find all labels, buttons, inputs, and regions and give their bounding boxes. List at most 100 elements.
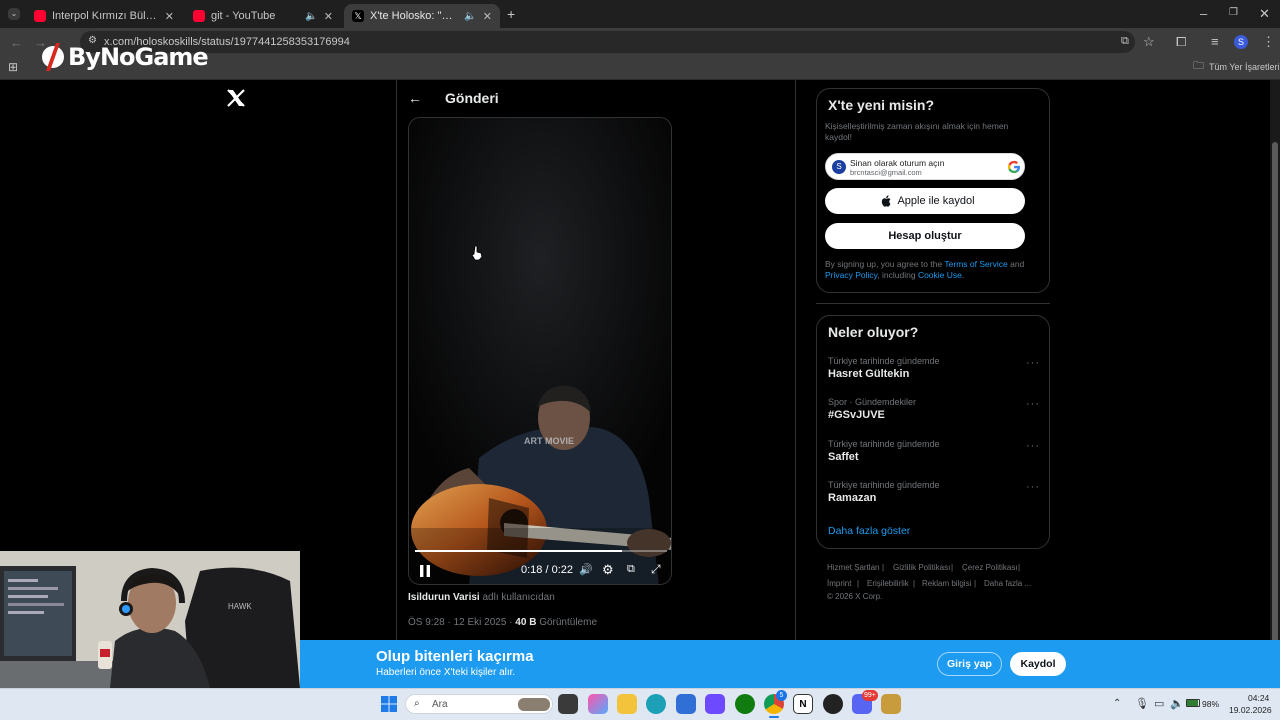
install-app-icon[interactable]: ⧉ <box>1121 36 1129 47</box>
restore-icon[interactable]: ❐ <box>1229 8 1238 18</box>
profile-avatar[interactable]: S <box>1234 35 1248 49</box>
clock-date[interactable]: 19.02.2026 <box>1229 705 1272 715</box>
address-bar[interactable]: x.com/holoskoskills/status/1977441258353… <box>80 31 1135 53</box>
proton-icon[interactable] <box>705 694 725 714</box>
svg-text:HAWK: HAWK <box>228 602 252 611</box>
speaker-icon[interactable]: 🔈 <box>464 11 476 22</box>
all-bookmarks-label[interactable]: Tüm Yer İşaretleri <box>1209 62 1280 72</box>
footer-separator: | <box>913 579 916 588</box>
clock-time[interactable]: 04:24 <box>1248 693 1269 703</box>
notion-icon[interactable]: N <box>793 694 813 714</box>
more-options-icon[interactable]: ··· <box>1026 481 1040 493</box>
cookie-link[interactable]: Cookie Use. <box>918 270 964 280</box>
footer-link[interactable]: Gizlilik Politikası <box>893 563 950 572</box>
chrome-badge: 5 <box>776 690 787 701</box>
close-icon[interactable]: ✕ <box>483 10 492 23</box>
views-count: 40 B <box>515 617 537 628</box>
trend-name[interactable]: Ramazan <box>828 492 876 504</box>
login-button[interactable]: Giriş yap <box>937 652 1002 676</box>
terms-link[interactable]: Terms of Service <box>944 259 1007 269</box>
apps-grid-icon[interactable]: ⊞ <box>8 61 18 73</box>
tab-youtube[interactable]: git - YouTube 🔈 ✕ <box>185 4 341 28</box>
privacy-link[interactable]: Privacy Policy <box>825 270 877 280</box>
edge-icon[interactable] <box>646 694 666 714</box>
display-icon[interactable]: ▭ <box>1154 697 1164 710</box>
pause-icon[interactable] <box>419 564 431 577</box>
minimize-icon[interactable]: – <box>1200 7 1207 20</box>
signup-legal: By signing up, you agree to the Terms of… <box>825 259 1037 281</box>
mic-icon[interactable]: 🎙 <box>1135 697 1149 710</box>
signup-button[interactable]: Kaydol <box>1010 652 1066 676</box>
more-options-icon[interactable]: ··· <box>1026 357 1040 369</box>
extensions-icon[interactable]: ⧠ <box>1176 35 1186 48</box>
banner-title: Olup bitenleri kaçırma <box>376 648 534 665</box>
more-options-icon[interactable]: ··· <box>1026 398 1040 410</box>
taskbar-search[interactable]: ⌕ Ara <box>405 694 553 714</box>
file-explorer-icon[interactable] <box>617 694 637 714</box>
x-logo-icon[interactable] <box>226 88 246 108</box>
back-icon[interactable]: ← <box>10 36 23 49</box>
folder-icon[interactable]: 🗀 <box>1193 61 1204 72</box>
post-timestamp[interactable]: ÖS 9:28 · 12 Eki 2025 · <box>408 617 513 628</box>
tray-chevron-icon[interactable]: ⌃ <box>1113 698 1121 709</box>
league-icon[interactable] <box>881 694 901 714</box>
copilot-icon[interactable] <box>588 694 608 714</box>
footer-separator: | <box>882 563 885 572</box>
footer-link[interactable]: Hizmet Şartları <box>827 563 880 572</box>
settings-icon[interactable]: ⚙ <box>602 562 614 578</box>
speaker-icon[interactable]: 🔈 <box>305 11 317 22</box>
bookmark-star-icon[interactable]: ☆ <box>1143 35 1155 48</box>
volume-tray-icon[interactable]: 🔈 <box>1170 697 1184 710</box>
task-view-icon[interactable] <box>558 694 578 714</box>
footer-link[interactable]: Reklam bilgisi <box>922 579 971 588</box>
video-player[interactable]: ART MOVIE 0:18 / 0:22 🔊 ⚙ ⧉ ⤢ <box>408 117 672 585</box>
google-g-icon <box>1007 160 1021 179</box>
back-arrow-icon[interactable]: ← <box>408 91 422 105</box>
mouse-cursor-icon <box>471 245 483 266</box>
footer-link[interactable]: Erişilebilirlik <box>867 579 909 588</box>
apple-signup-button[interactable]: Apple ile kaydol <box>825 188 1025 214</box>
legal-prefix: By signing up, you agree to the <box>825 259 943 269</box>
footer-link[interactable]: İmprint <box>827 579 851 588</box>
column-divider-left <box>396 80 397 640</box>
bynogame-logo: ByNoGame <box>40 40 209 74</box>
video-progress-track[interactable] <box>415 550 667 552</box>
trend-name[interactable]: #GSvJUVE <box>828 409 885 421</box>
webcam-overlay: HAWK <box>0 551 300 688</box>
trends-title: Neler oluyor? <box>828 324 919 340</box>
scrollbar-track[interactable] <box>1270 80 1280 688</box>
volume-icon[interactable]: 🔊 <box>579 563 593 576</box>
scrollbar-thumb[interactable] <box>1272 142 1278 670</box>
menu-icon[interactable]: ⋮ <box>1262 35 1275 48</box>
windows-start-icon[interactable] <box>381 696 397 712</box>
close-window-icon[interactable]: ✕ <box>1259 7 1270 20</box>
xbox-icon[interactable] <box>735 694 755 714</box>
chrome-icon[interactable]: 5 <box>764 690 787 714</box>
footer-link[interactable]: Daha fazla ... <box>984 579 1031 588</box>
fullscreen-icon[interactable]: ⤢ <box>651 562 661 577</box>
tab-x-post[interactable]: 𝕏 X'te Holosko: "gelmeyeceğim... 🔈 ✕ <box>344 4 500 28</box>
pip-icon[interactable]: ⧉ <box>627 563 635 576</box>
google-signin-button[interactable]: S Sinan olarak oturum açın brcntasci@gma… <box>825 153 1025 180</box>
discord-badge: 99+ <box>862 690 878 701</box>
create-account-button[interactable]: Hesap oluştur <box>825 223 1025 249</box>
search-highlight-image <box>518 698 550 711</box>
close-icon[interactable]: ✕ <box>324 10 333 23</box>
tab-interpol[interactable]: Interpol Kırmızı Bültenle Aranan ✕ <box>26 4 182 28</box>
obs-icon[interactable] <box>823 694 843 714</box>
discord-icon[interactable]: 99+ <box>852 690 878 714</box>
new-tab-icon[interactable]: + <box>507 7 515 21</box>
battery-icon[interactable] <box>1186 699 1200 707</box>
media-controls-icon[interactable]: ≡ <box>1211 35 1219 48</box>
trend-meta: Türkiye tarihinde gündemde <box>828 356 940 366</box>
footer-link[interactable]: Çerez Politikası <box>962 563 1018 572</box>
show-more-link[interactable]: Daha fazla göster <box>828 525 910 537</box>
more-options-icon[interactable]: ··· <box>1026 440 1040 452</box>
trend-name[interactable]: Saffet <box>828 451 859 463</box>
close-icon[interactable]: ✕ <box>165 10 174 23</box>
tab-search-icon[interactable]: ⌄ <box>8 8 20 20</box>
trend-name[interactable]: Hasret Gültekin <box>828 368 909 380</box>
video-time: 0:18 / 0:22 <box>521 564 573 576</box>
store-icon[interactable] <box>676 694 696 714</box>
author-name[interactable]: Isildurun Varisi <box>408 592 480 603</box>
